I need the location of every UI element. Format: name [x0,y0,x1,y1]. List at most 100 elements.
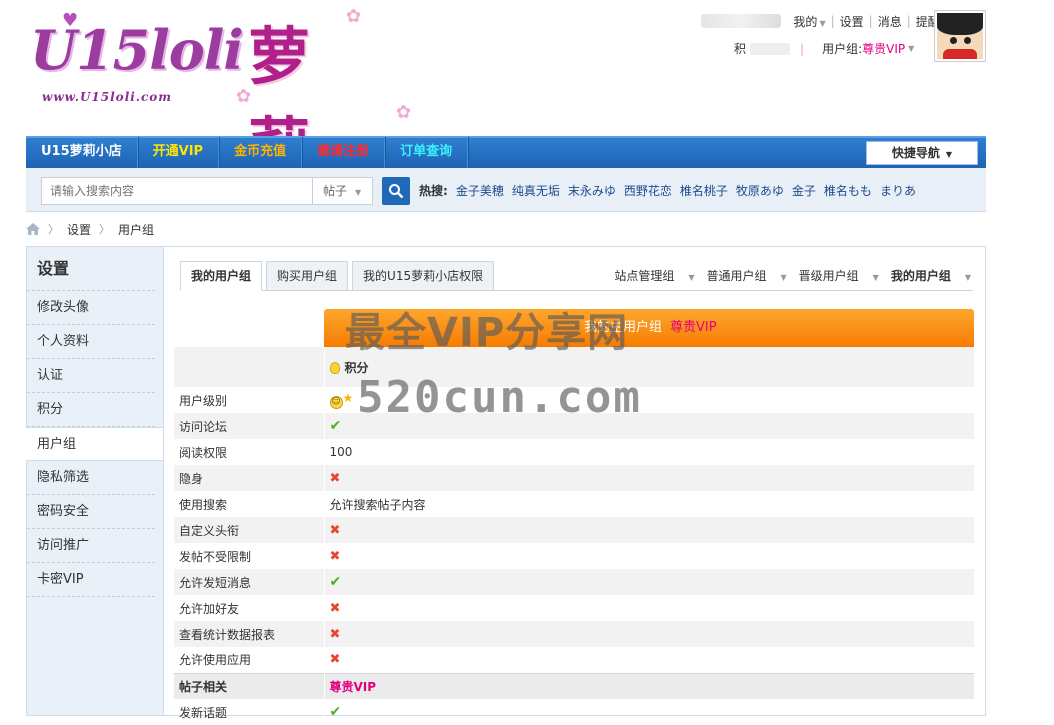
row-label: 允许发短消息 [174,569,324,595]
nav-item-open-vip[interactable]: 开通VIP [138,137,220,169]
hot-search-item[interactable]: まりあ [880,182,916,199]
quick-nav-label: 快捷导航 [891,146,940,160]
cross-icon: ✖ [329,548,341,564]
avatar-image [937,13,983,59]
row-label: 允许加好友 [179,601,240,616]
row-label: 自定义头衔 [174,517,324,543]
divider: | [868,14,873,28]
row-label: 使用搜索 [179,497,228,512]
watermark-line2: 520cun.com [357,372,642,423]
search-button[interactable] [382,177,410,205]
table-row: 允许使用应用 ✖ [174,647,974,673]
nav-item-shop[interactable]: U15萝莉小店 [26,137,138,169]
table-row: 阅读权限 100 [174,439,974,465]
logo-url: www.U15loli.com [42,90,172,104]
sidebar-item-card-vip[interactable]: 卡密VIP [27,563,155,597]
tab-bar: 我的用户组 购买用户组 我的U15萝莉小店权限 [180,261,495,291]
sidebar-item-verify[interactable]: 认证 [27,359,155,393]
cross-icon: ✖ [329,600,341,616]
hot-search-label: 热搜: [419,184,448,198]
table-row: 允许加好友 ✖ [174,595,974,621]
lightbulb-icon [329,361,340,374]
search-type-select[interactable]: 帖子 ▼ [313,177,373,205]
caret-down-icon: ▼ [872,273,879,282]
tab-buy-group[interactable]: 购买用户组 [266,261,349,291]
cross-icon: ✖ [329,626,341,642]
hot-search-item[interactable]: 金子 [792,182,816,199]
row-label: 允许使用应用 [179,653,252,668]
search-icon [389,184,404,199]
search-bar: 帖子 ▼ 热搜: 金子美穂 纯真无垢 末永みゆ 西野花恋 椎名桃子 牧原あゆ 金子… [26,168,986,212]
group-link-label: 晋级用户组 [798,269,859,283]
watermark-line1: 最全VIP分享网 [345,310,629,356]
group-header-name: 尊贵VIP [670,320,717,335]
search-input[interactable] [41,177,313,205]
flower-decoration-icon: ✿ [346,6,362,27]
my-label: 我的 [793,14,818,29]
sidebar-item-promotion[interactable]: 访问推广 [27,529,155,563]
hot-search-item[interactable]: 西野花恋 [624,182,672,199]
settings-link[interactable]: 设置 [840,13,864,30]
caret-down-icon: ▼ [688,273,695,282]
caret-down-icon: ▼ [780,273,787,282]
divider: | [906,14,911,28]
row-label: 发帖不受限制 [179,549,252,564]
heart-decoration-icon: ♥ [62,10,79,31]
group-link-mine[interactable]: 我的用户组 ▼ [891,267,971,284]
hot-search-item[interactable]: 纯真无垢 [512,182,560,199]
user-info-bar: 积 | 用户组: 尊贵VIP ▼ [734,40,914,57]
breadcrumb-usergroup[interactable]: 用户组 [118,221,154,238]
username-blurred [701,14,782,28]
table-row: 使用搜索 允许搜索帖子内容 [174,491,974,517]
tab-shop-permissions[interactable]: 我的U15萝莉小店权限 [352,261,495,291]
nav-item-invite[interactable]: 邀请注册 [302,137,386,169]
my-menu-link[interactable]: 我的 ▼ [793,13,825,30]
avatar[interactable] [934,10,986,62]
sidebar-item-avatar[interactable]: 修改头像 [27,291,155,325]
check-icon: ✔ [329,418,342,434]
hot-search-item[interactable]: 椎名もも [824,182,872,199]
row-label: 隐身 [174,465,324,491]
row-label: 用户级别 [179,393,228,408]
chevron-right-icon: 〉 [99,223,111,236]
main-nav: U15萝莉小店 开通VIP 金币充值 邀请注册 订单查询 快捷导航 ▼ [26,136,986,169]
sidebar-item-usergroup[interactable]: 用户组 [26,427,163,461]
hot-search-item[interactable]: 金子美穂 [456,182,504,199]
messages-link[interactable]: 消息 [878,13,902,30]
table-row: 查看统计数据报表 ✖ [174,621,974,647]
caret-down-icon: ▼ [355,188,362,197]
breadcrumb-settings[interactable]: 设置 [67,221,91,238]
nav-item-orders[interactable]: 订单查询 [385,137,469,169]
sidebar-title: 设置 [27,247,155,291]
star-icon: ★ [342,391,354,405]
nav-item-recharge[interactable]: 金币充值 [219,137,303,169]
table-row: 发帖不受限制 ✖ [174,543,974,569]
flower-decoration-icon: ✿ [396,102,412,123]
hot-search-item[interactable]: 牧原あゆ [736,182,784,199]
site-logo[interactable]: U15loli www.U15loli.com 萝莉 ✿ ✿ ✿ ♥ [26,6,426,183]
chevron-down-icon: ▼ [908,44,915,53]
tab-my-group[interactable]: 我的用户组 [180,261,263,291]
group-link-normal[interactable]: 普通用户组 ▼ [706,267,786,284]
hot-search-item[interactable]: 末永みゆ [568,182,616,199]
group-value-link[interactable]: 尊贵VIP [862,40,905,57]
home-icon[interactable] [26,223,40,235]
points-link[interactable]: 积 [734,40,746,57]
table-row: 允许发短消息 ✔ [174,569,974,595]
chevron-down-icon: ▼ [819,18,826,28]
sidebar-item-profile[interactable]: 个人资料 [27,325,155,359]
hot-search-item[interactable]: 椎名桃子 [680,182,728,199]
group-link-label: 普通用户组 [706,269,767,283]
table-row: 自定义头衔 ✖ [174,517,974,543]
sidebar-item-privacy[interactable]: 隐私筛选 [27,461,155,495]
group-link-promote[interactable]: 晋级用户组 ▼ [799,267,879,284]
sidebar-item-password[interactable]: 密码安全 [27,495,155,529]
caret-down-icon: ▼ [964,273,971,282]
check-icon: ✔ [329,704,342,720]
row-label: 阅读权限 [179,445,228,460]
cross-icon: ✖ [329,470,341,486]
sidebar-item-points[interactable]: 积分 [27,393,155,427]
section-label: 帖子相关 [174,672,324,699]
quick-nav-button[interactable]: 快捷导航 ▼ [866,141,978,165]
group-link-admin[interactable]: 站点管理组 ▼ [614,267,694,284]
